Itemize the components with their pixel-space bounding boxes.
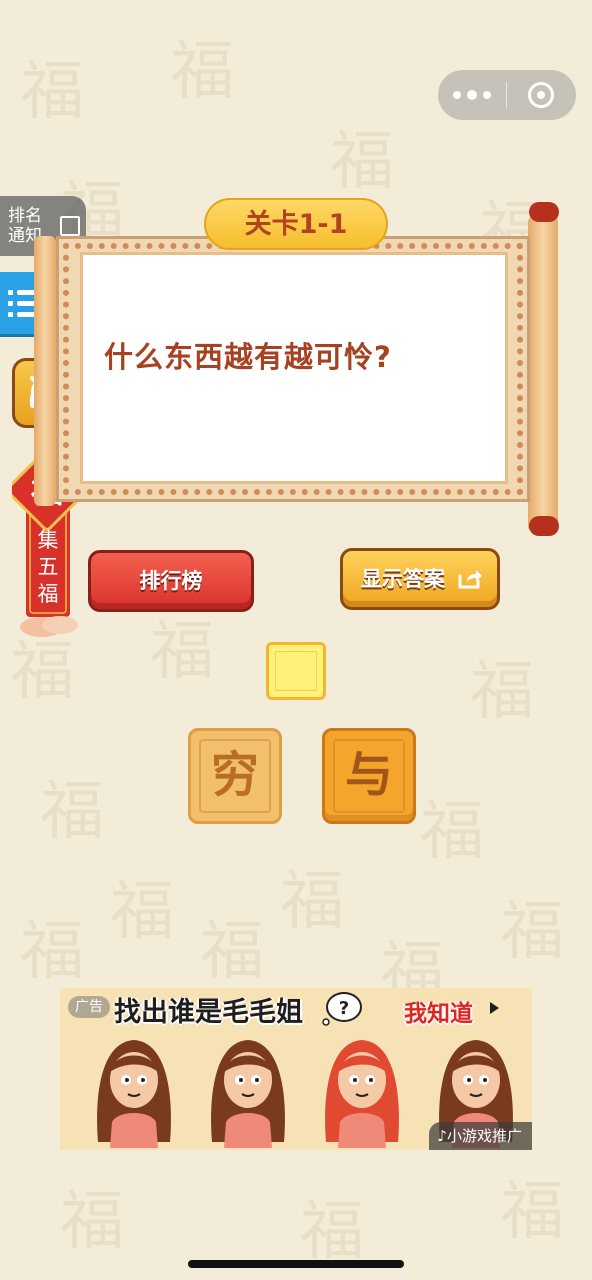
char-tile-text: 穷 bbox=[210, 747, 259, 803]
scroll-bottom-knob bbox=[529, 516, 559, 536]
character-illustration bbox=[211, 1040, 285, 1148]
scroll-right-rod bbox=[528, 216, 558, 532]
char-tile-text: 与 bbox=[344, 747, 393, 803]
show-answer-button-label: 显示答案 bbox=[361, 567, 445, 591]
char-tile[interactable]: 穷 bbox=[188, 728, 282, 824]
fu-badge-label: 集五福 bbox=[37, 528, 59, 606]
show-answer-button[interactable]: 显示答案 bbox=[340, 548, 500, 610]
ad-promo-tag: ♪小游戏推广 bbox=[429, 1122, 532, 1150]
char-tile[interactable]: 与 bbox=[322, 728, 416, 824]
scroll-top-knob bbox=[529, 202, 559, 222]
ad-banner[interactable]: 广告 找出谁是毛毛姐 ? 我知道 ♪小游戏推广 bbox=[60, 988, 532, 1150]
question-bubble-icon: ? bbox=[322, 992, 362, 1026]
character-illustration bbox=[325, 1040, 399, 1148]
home-indicator bbox=[188, 1260, 404, 1268]
svg-text:?: ? bbox=[339, 998, 349, 1019]
target-circle-icon[interactable] bbox=[507, 70, 575, 120]
ad-title: 找出谁是毛毛姐 bbox=[114, 997, 303, 1028]
level-title: 关卡1-1 bbox=[204, 198, 388, 250]
scroll-left-rod bbox=[34, 236, 56, 506]
play-arrow-icon bbox=[490, 1002, 499, 1014]
question-text: 什么东西越有越可怜? bbox=[104, 340, 392, 374]
answer-slot[interactable] bbox=[266, 642, 326, 700]
share-icon bbox=[458, 570, 482, 589]
ad-cta[interactable]: 我知道 bbox=[404, 994, 473, 1028]
rank-notify-line1: 排名 bbox=[8, 206, 42, 226]
checkbox-icon[interactable] bbox=[60, 216, 80, 236]
miniprogram-capsule bbox=[438, 70, 576, 120]
more-dots-icon[interactable] bbox=[438, 70, 506, 120]
ad-label: 广告 bbox=[68, 996, 110, 1018]
leaderboard-button-label: 排行榜 bbox=[139, 569, 203, 593]
leaderboard-button[interactable]: 排行榜 bbox=[88, 550, 254, 612]
character-illustration bbox=[97, 1040, 171, 1148]
